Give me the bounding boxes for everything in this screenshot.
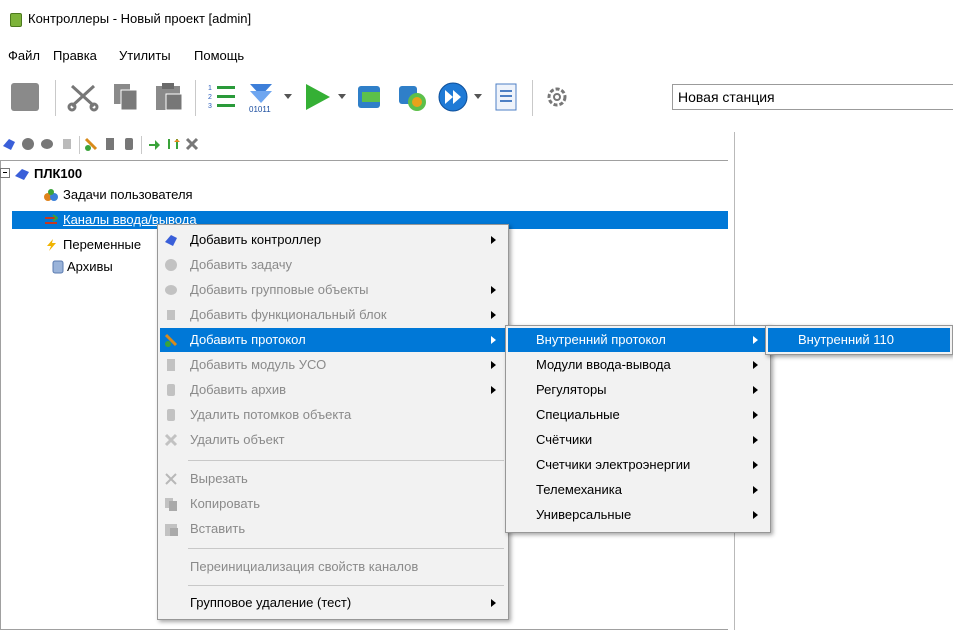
delete-icon[interactable] bbox=[185, 137, 199, 151]
app-icon bbox=[10, 13, 22, 27]
menu-add-archive[interactable]: Добавить архив bbox=[160, 378, 506, 402]
svg-text:1: 1 bbox=[208, 85, 212, 92]
menu-delete-object[interactable]: Удалить объект bbox=[160, 428, 506, 452]
menu-add-group-objects[interactable]: Добавить групповые объекты bbox=[160, 278, 506, 302]
controller-icon bbox=[165, 235, 177, 246]
menu-add-protocol[interactable]: Добавить протокол bbox=[160, 328, 506, 352]
menu-separator bbox=[188, 585, 504, 586]
io-channels-icon bbox=[45, 214, 58, 224]
submenu-special[interactable]: Специальные bbox=[508, 403, 768, 427]
add-group-icon[interactable] bbox=[40, 137, 54, 151]
menu-delete-children[interactable]: Удалить потомков объекта bbox=[160, 403, 506, 427]
run-dropdown-icon[interactable] bbox=[338, 94, 346, 99]
add-controller-icon[interactable] bbox=[2, 137, 16, 151]
settings-icon[interactable] bbox=[540, 80, 574, 114]
variables-icon bbox=[47, 239, 56, 251]
delete-children-icon bbox=[167, 409, 175, 421]
submenu-telemechanics[interactable]: Телемеханика bbox=[508, 478, 768, 502]
download-icon[interactable]: 01011 bbox=[244, 80, 278, 114]
menu-utils[interactable]: Утилиты bbox=[119, 48, 171, 63]
cut-icon bbox=[165, 473, 177, 485]
list-icon[interactable]: 1 2 3 bbox=[205, 80, 239, 114]
run-icon[interactable] bbox=[300, 80, 334, 114]
add-archive-icon[interactable] bbox=[122, 137, 136, 151]
menu-paste[interactable]: Вставить bbox=[160, 517, 506, 541]
group-objects-icon bbox=[165, 285, 177, 295]
window-title: Контроллеры - Новый проект [admin] bbox=[28, 11, 252, 26]
move-icon[interactable] bbox=[147, 137, 161, 151]
download-dropdown-icon[interactable] bbox=[284, 94, 292, 99]
menu-add-function-block[interactable]: Добавить функциональный блок bbox=[160, 303, 506, 327]
menu-bar: Файл Правка Утилиты Помощь bbox=[0, 44, 953, 68]
menu-edit[interactable]: Правка bbox=[53, 48, 97, 63]
add-task-icon[interactable] bbox=[21, 137, 35, 151]
task-icon bbox=[165, 259, 177, 271]
archives-icon bbox=[52, 260, 64, 274]
database-icon[interactable] bbox=[352, 80, 386, 114]
title-bar: Контроллеры - Новый проект [admin] bbox=[0, 0, 953, 40]
menu-add-io-module[interactable]: Добавить модуль УСО bbox=[160, 353, 506, 377]
menu-help[interactable]: Помощь bbox=[194, 48, 244, 63]
menu-add-controller[interactable]: Добавить контроллер bbox=[160, 228, 506, 252]
tree-item-tasks[interactable]: Задачи пользователя bbox=[63, 186, 193, 204]
fast-forward-dropdown-icon[interactable] bbox=[474, 94, 482, 99]
protocol-submenu: Внутренний протокол Модули ввода-вывода … bbox=[505, 325, 771, 533]
menu-separator bbox=[188, 460, 504, 461]
tree-item-variables[interactable]: Переменные bbox=[63, 236, 163, 254]
svg-text:3: 3 bbox=[208, 103, 212, 110]
paste-icon[interactable] bbox=[152, 80, 186, 114]
submenu-universal[interactable]: Универсальные bbox=[508, 503, 768, 527]
menu-copy[interactable]: Копировать bbox=[160, 492, 506, 516]
menu-cut[interactable]: Вырезать bbox=[160, 467, 506, 491]
copy-icon bbox=[165, 498, 177, 511]
protocol-icon bbox=[164, 333, 178, 347]
tree-root-label[interactable]: ПЛК100 bbox=[34, 165, 82, 183]
menu-file[interactable]: Файл bbox=[8, 48, 40, 63]
svg-text:01011: 01011 bbox=[249, 105, 271, 114]
station-select-value: Новая станция bbox=[678, 89, 775, 105]
svg-text:2: 2 bbox=[208, 94, 212, 101]
tree-item-archives[interactable]: Архивы bbox=[67, 258, 113, 276]
document-icon[interactable] bbox=[488, 80, 522, 114]
submenu-counters[interactable]: Счётчики bbox=[508, 428, 768, 452]
menu-group-delete-test[interactable]: Групповое удаление (тест) bbox=[160, 591, 506, 615]
context-menu: Добавить контроллер Добавить задачу Доба… bbox=[157, 224, 509, 620]
controller-icon bbox=[15, 169, 29, 180]
add-protocol-icon[interactable] bbox=[84, 137, 98, 151]
internal-protocol-submenu: Внутренний 110 bbox=[765, 325, 953, 355]
stop-icon[interactable] bbox=[8, 80, 42, 114]
submenu-io-modules[interactable]: Модули ввода-вывода bbox=[508, 353, 768, 377]
cut-icon[interactable] bbox=[66, 80, 100, 114]
copy-icon[interactable] bbox=[109, 80, 143, 114]
io-module-icon bbox=[167, 359, 175, 371]
add-io-module-icon[interactable] bbox=[103, 137, 117, 151]
tasks-icon bbox=[44, 189, 58, 201]
collapse-icon[interactable] bbox=[0, 168, 10, 178]
delete-icon bbox=[164, 433, 178, 447]
submenu-energy-meters[interactable]: Счетчики электроэнергии bbox=[508, 453, 768, 477]
paste-icon bbox=[165, 524, 178, 536]
submenu-internal-protocol[interactable]: Внутренний протокол bbox=[508, 328, 768, 352]
submenu-regulators[interactable]: Регуляторы bbox=[508, 378, 768, 402]
sync-icon[interactable] bbox=[395, 80, 429, 114]
function-block-icon bbox=[167, 310, 175, 320]
menu-reinit-channel-props[interactable]: Переинициализация свойств каналов bbox=[160, 555, 506, 579]
menu-add-task[interactable]: Добавить задачу bbox=[160, 253, 506, 277]
fast-forward-icon[interactable] bbox=[436, 80, 470, 114]
sort-icon[interactable] bbox=[166, 137, 180, 151]
archive-icon bbox=[167, 384, 175, 396]
submenu-internal-110[interactable]: Внутренний 110 bbox=[768, 328, 950, 352]
menu-separator bbox=[188, 548, 504, 549]
function-block-icon[interactable] bbox=[60, 137, 74, 151]
